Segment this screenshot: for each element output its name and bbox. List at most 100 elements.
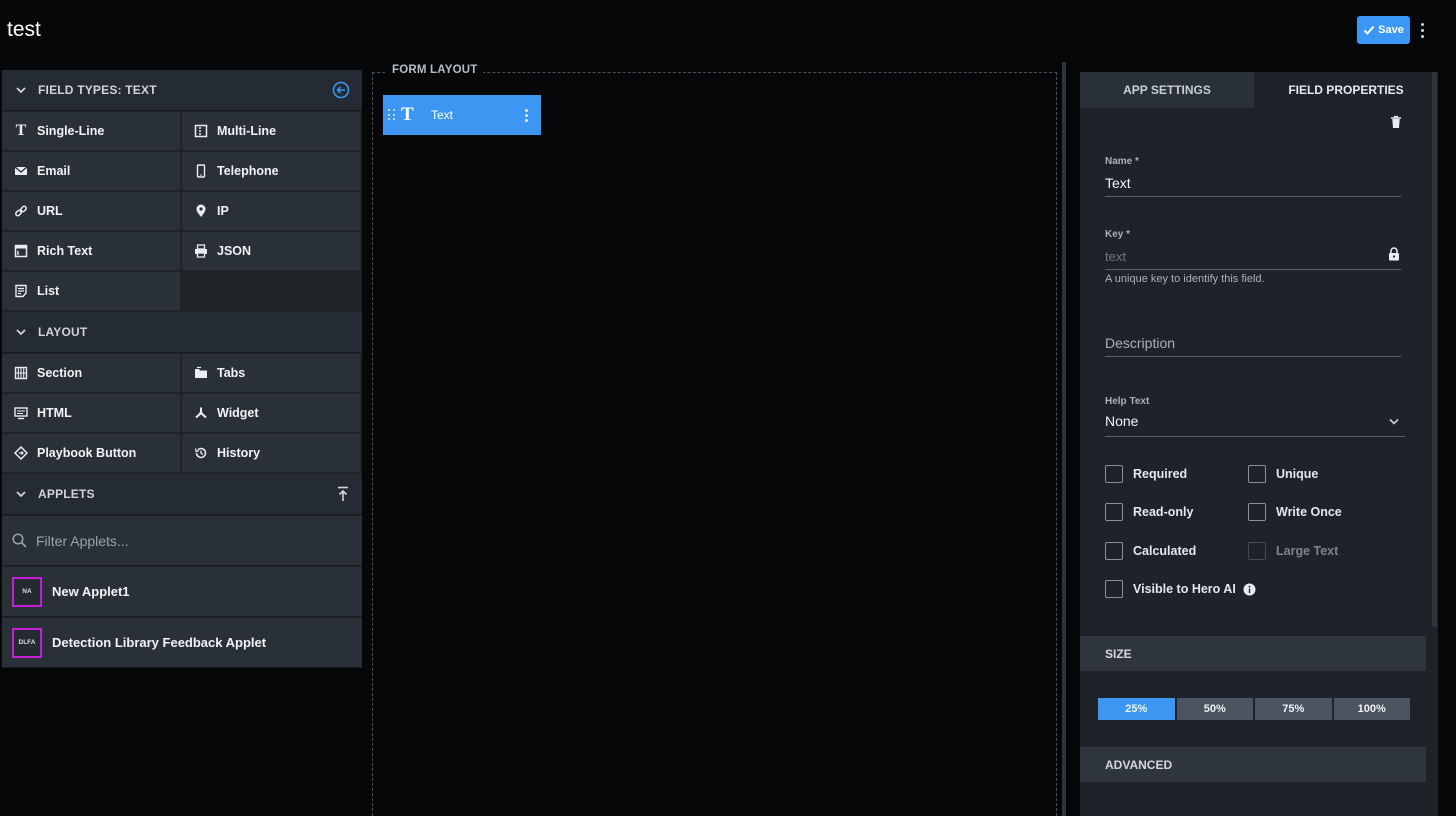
required-checkbox[interactable]: Required bbox=[1105, 465, 1187, 483]
checkbox-box[interactable] bbox=[1105, 542, 1123, 560]
properties-panel: APP SETTINGS FIELD PROPERTIES Name * Key… bbox=[1080, 72, 1438, 816]
name-input[interactable] bbox=[1105, 175, 1401, 197]
field-type-single-line[interactable]: T Single-Line bbox=[2, 112, 180, 150]
layout-type-section[interactable]: Section bbox=[2, 354, 180, 392]
tile-label: JSON bbox=[217, 244, 252, 258]
back-arrow-circle-icon[interactable] bbox=[332, 81, 350, 99]
layout-type-widget[interactable]: Widget bbox=[182, 394, 360, 432]
chevron-down-icon bbox=[16, 329, 26, 336]
form-field-label: Text bbox=[431, 108, 454, 122]
applets-header[interactable]: APPLETS bbox=[2, 474, 362, 515]
text-t-icon: T bbox=[401, 104, 414, 125]
field-type-ip[interactable]: IP bbox=[182, 192, 360, 230]
applet-item[interactable]: NA New Applet1 bbox=[2, 567, 362, 617]
tile-label: IP bbox=[217, 204, 229, 218]
checkbox-box[interactable] bbox=[1248, 503, 1266, 521]
advanced-section-header[interactable]: ADVANCED bbox=[1080, 747, 1426, 782]
field-types-header[interactable]: FIELD TYPES: TEXT bbox=[2, 70, 362, 111]
read-only-checkbox[interactable]: Read-only bbox=[1105, 503, 1193, 521]
tile-label: Multi-Line bbox=[217, 124, 277, 138]
applet-name: Detection Library Feedback Applet bbox=[52, 635, 267, 650]
help-text-select[interactable]: None bbox=[1105, 413, 1405, 437]
checkbox-label: Visible to Hero AI bbox=[1133, 582, 1236, 596]
tile-label: Widget bbox=[217, 406, 259, 420]
left-panel: FIELD TYPES: TEXT T Single-Line Multi-Li… bbox=[2, 70, 362, 668]
checkbox-label: Unique bbox=[1276, 467, 1319, 481]
unique-checkbox[interactable]: Unique bbox=[1248, 465, 1318, 483]
size-25-button[interactable]: 25% bbox=[1098, 698, 1175, 720]
field-type-email[interactable]: Email bbox=[2, 152, 180, 190]
printer-icon bbox=[194, 244, 208, 258]
checkmark-icon bbox=[1363, 25, 1375, 35]
chevron-down-icon bbox=[16, 87, 26, 94]
help-text-label: Help Text bbox=[1105, 396, 1150, 407]
envelope-icon bbox=[14, 164, 28, 178]
field-type-url[interactable]: URL bbox=[2, 192, 180, 230]
html-icon bbox=[14, 406, 28, 420]
field-menu-icon[interactable] bbox=[525, 109, 528, 122]
name-label: Name * bbox=[1105, 156, 1139, 167]
checkbox-box[interactable] bbox=[1105, 503, 1123, 521]
empty-tile-slot bbox=[182, 272, 362, 310]
search-icon bbox=[12, 533, 27, 548]
checkbox-box[interactable] bbox=[1105, 465, 1123, 483]
write-once-checkbox[interactable]: Write Once bbox=[1248, 503, 1342, 521]
tile-label: Single-Line bbox=[37, 124, 105, 138]
visible-hero-ai-checkbox[interactable]: Visible to Hero AI bbox=[1105, 580, 1256, 598]
top-bar: test Save bbox=[0, 0, 1456, 62]
applet-item[interactable]: DLFA Detection Library Feedback Applet bbox=[2, 618, 362, 668]
checkbox-box[interactable] bbox=[1248, 465, 1266, 483]
tile-label: Email bbox=[37, 164, 71, 178]
tile-label: Section bbox=[37, 366, 83, 380]
checkbox-label: Write Once bbox=[1276, 505, 1342, 519]
layout-type-html[interactable]: HTML bbox=[2, 394, 180, 432]
layout-type-tabs[interactable]: Tabs bbox=[182, 354, 360, 392]
applets-title: APPLETS bbox=[38, 487, 95, 501]
field-type-json[interactable]: JSON bbox=[182, 232, 360, 270]
checkbox-box[interactable] bbox=[1105, 580, 1123, 598]
size-selector: 25% 50% 75% 100% bbox=[1098, 698, 1410, 720]
info-icon[interactable] bbox=[1243, 583, 1256, 596]
field-type-telephone[interactable]: Telephone bbox=[182, 152, 360, 190]
save-button[interactable]: Save bbox=[1357, 16, 1410, 44]
trash-icon[interactable] bbox=[1390, 115, 1402, 129]
grid-icon bbox=[14, 366, 28, 380]
canvas-scrollbar[interactable] bbox=[1062, 62, 1066, 816]
checkbox-label: Large Text bbox=[1276, 544, 1339, 558]
field-type-list[interactable]: List bbox=[2, 272, 180, 310]
size-section-header[interactable]: SIZE bbox=[1080, 636, 1426, 671]
form-field-text[interactable]: T Text bbox=[383, 95, 541, 135]
key-label: Key * bbox=[1105, 229, 1131, 240]
size-100-button[interactable]: 100% bbox=[1333, 698, 1410, 720]
layout-header[interactable]: LAYOUT bbox=[2, 312, 362, 353]
checkbox-label: Read-only bbox=[1133, 505, 1194, 519]
form-layout-canvas[interactable] bbox=[372, 72, 1057, 816]
layout-type-history[interactable]: History bbox=[182, 434, 360, 472]
folder-tabs-icon bbox=[194, 366, 208, 380]
chevron-down-icon bbox=[16, 491, 26, 498]
layout-type-playbook-button[interactable]: Playbook Button bbox=[2, 434, 180, 472]
filter-applets-input[interactable] bbox=[36, 532, 336, 549]
field-type-rich-text[interactable]: Rich Text bbox=[2, 232, 180, 270]
chevron-down-icon bbox=[1389, 418, 1399, 425]
help-text-value: None bbox=[1105, 413, 1139, 429]
field-type-multi-line[interactable]: Multi-Line bbox=[182, 112, 360, 150]
properties-scrollbar[interactable] bbox=[1432, 72, 1437, 627]
calculated-checkbox[interactable]: Calculated bbox=[1105, 542, 1196, 560]
more-options-icon[interactable] bbox=[1416, 20, 1428, 40]
tab-app-settings[interactable]: APP SETTINGS bbox=[1080, 72, 1254, 108]
tile-label: Telephone bbox=[217, 164, 279, 178]
key-hint: A unique key to identify this field. bbox=[1105, 273, 1265, 285]
applet-badge: DLFA bbox=[12, 627, 42, 658]
drag-handle-icon[interactable] bbox=[388, 109, 396, 121]
multi-line-icon bbox=[194, 124, 208, 138]
key-input[interactable] bbox=[1105, 249, 1401, 270]
description-input[interactable]: Description bbox=[1105, 335, 1401, 357]
checkbox-label: Calculated bbox=[1133, 544, 1197, 558]
tab-field-properties[interactable]: FIELD PROPERTIES bbox=[1254, 72, 1438, 108]
collapse-up-icon[interactable] bbox=[336, 486, 350, 502]
size-50-button[interactable]: 50% bbox=[1176, 698, 1253, 720]
tile-label: List bbox=[37, 284, 60, 298]
save-button-label: Save bbox=[1378, 24, 1404, 36]
size-75-button[interactable]: 75% bbox=[1255, 698, 1332, 720]
